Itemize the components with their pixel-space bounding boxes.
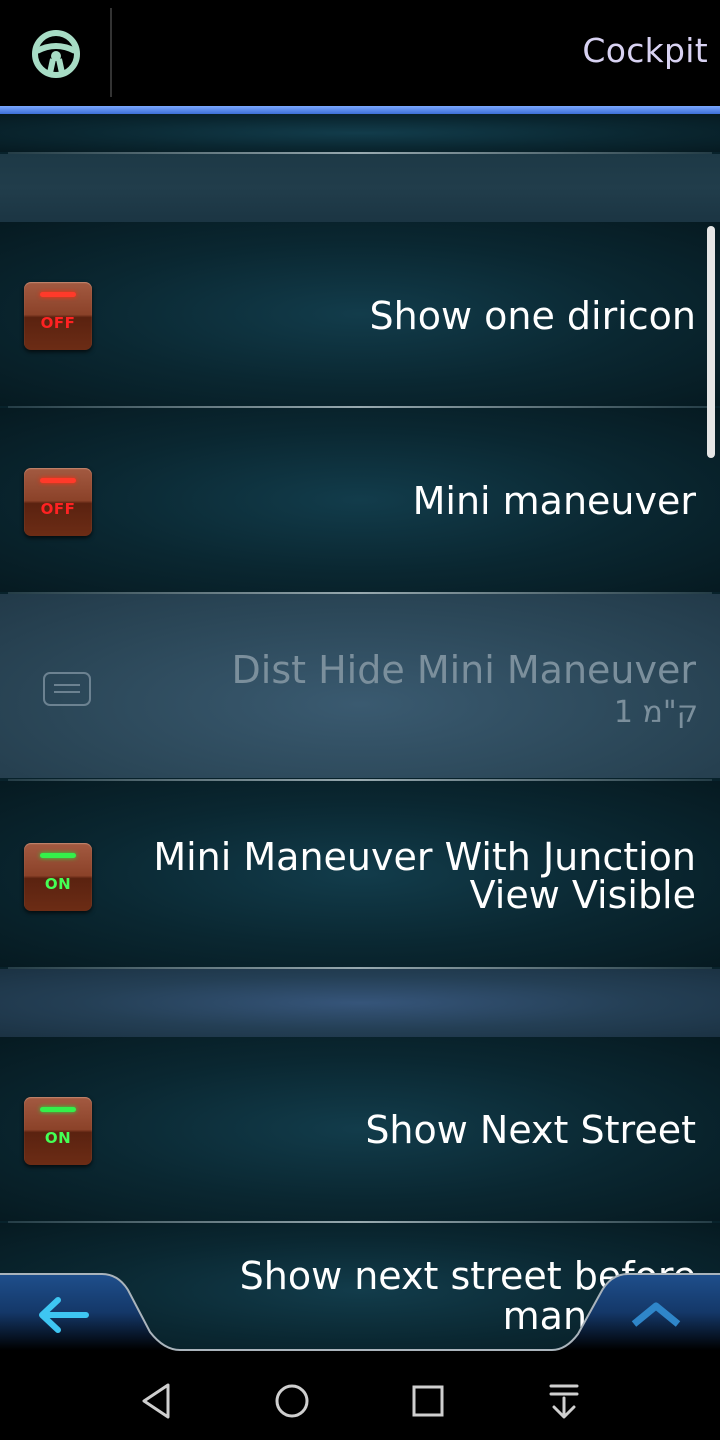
- recents-square-icon[interactable]: [403, 1376, 453, 1426]
- list-item-mini-maneuver[interactable]: OFF Mini maneuver: [0, 408, 720, 592]
- item-label: Dist Hide Mini Maneuver: [231, 648, 696, 692]
- section-header: [0, 969, 720, 1037]
- settings-list[interactable]: OFF Show one diricon OFF Mini maneuver D…: [0, 114, 720, 1358]
- toggle-switch[interactable]: ON: [24, 843, 92, 911]
- toggle-state: ON: [44, 875, 72, 893]
- item-label-line1: Mini Maneuver With Junction: [153, 835, 696, 879]
- bottom-action-bar: [0, 1273, 720, 1358]
- toggle-switch[interactable]: ON: [24, 1097, 92, 1165]
- item-value: 1 ק"מ: [613, 695, 698, 730]
- toggle-switch[interactable]: OFF: [24, 282, 92, 350]
- item-label: Mini maneuver: [412, 479, 696, 523]
- toggle-indicator: [40, 853, 76, 858]
- item-label: Show Next Street: [365, 1108, 696, 1152]
- item-label: Show one diricon: [369, 294, 697, 338]
- steering-wheel-icon[interactable]: [31, 29, 81, 79]
- list-top-spacer: [0, 114, 720, 152]
- section-header: [0, 154, 720, 222]
- toggle-indicator: [40, 1107, 76, 1112]
- back-triangle-icon[interactable]: [132, 1376, 182, 1426]
- page-title: Cockpit: [582, 31, 708, 70]
- toggle-switch[interactable]: OFF: [24, 468, 92, 536]
- header-accent-line: [0, 106, 720, 114]
- toggle-state: ON: [44, 1129, 72, 1147]
- notification-pull-icon[interactable]: [539, 1376, 589, 1426]
- toggle-state: OFF: [40, 500, 76, 518]
- toggle-indicator: [40, 292, 76, 297]
- edit-field-icon: [43, 672, 91, 706]
- arrow-left-icon[interactable]: [36, 1296, 90, 1334]
- top-bar: Cockpit: [0, 0, 720, 106]
- chevron-up-icon[interactable]: [630, 1300, 682, 1330]
- item-label-line2: View Visible: [469, 873, 696, 917]
- toggle-indicator: [40, 478, 76, 483]
- home-circle-icon[interactable]: [267, 1376, 317, 1426]
- list-item-dist-hide-mini-maneuver: Dist Hide Mini Maneuver 1 ק"מ: [0, 594, 720, 778]
- list-item-show-next-street[interactable]: ON Show Next Street: [0, 1037, 720, 1221]
- list-item-show-one-diricon[interactable]: OFF Show one diricon: [0, 222, 720, 406]
- system-navigation-bar: [0, 1358, 720, 1440]
- scrollbar[interactable]: [707, 226, 715, 458]
- header-divider: [110, 8, 112, 97]
- toggle-state: OFF: [40, 314, 76, 332]
- list-item-mini-maneuver-junction[interactable]: ON Mini Maneuver With Junction View Visi…: [0, 781, 720, 967]
